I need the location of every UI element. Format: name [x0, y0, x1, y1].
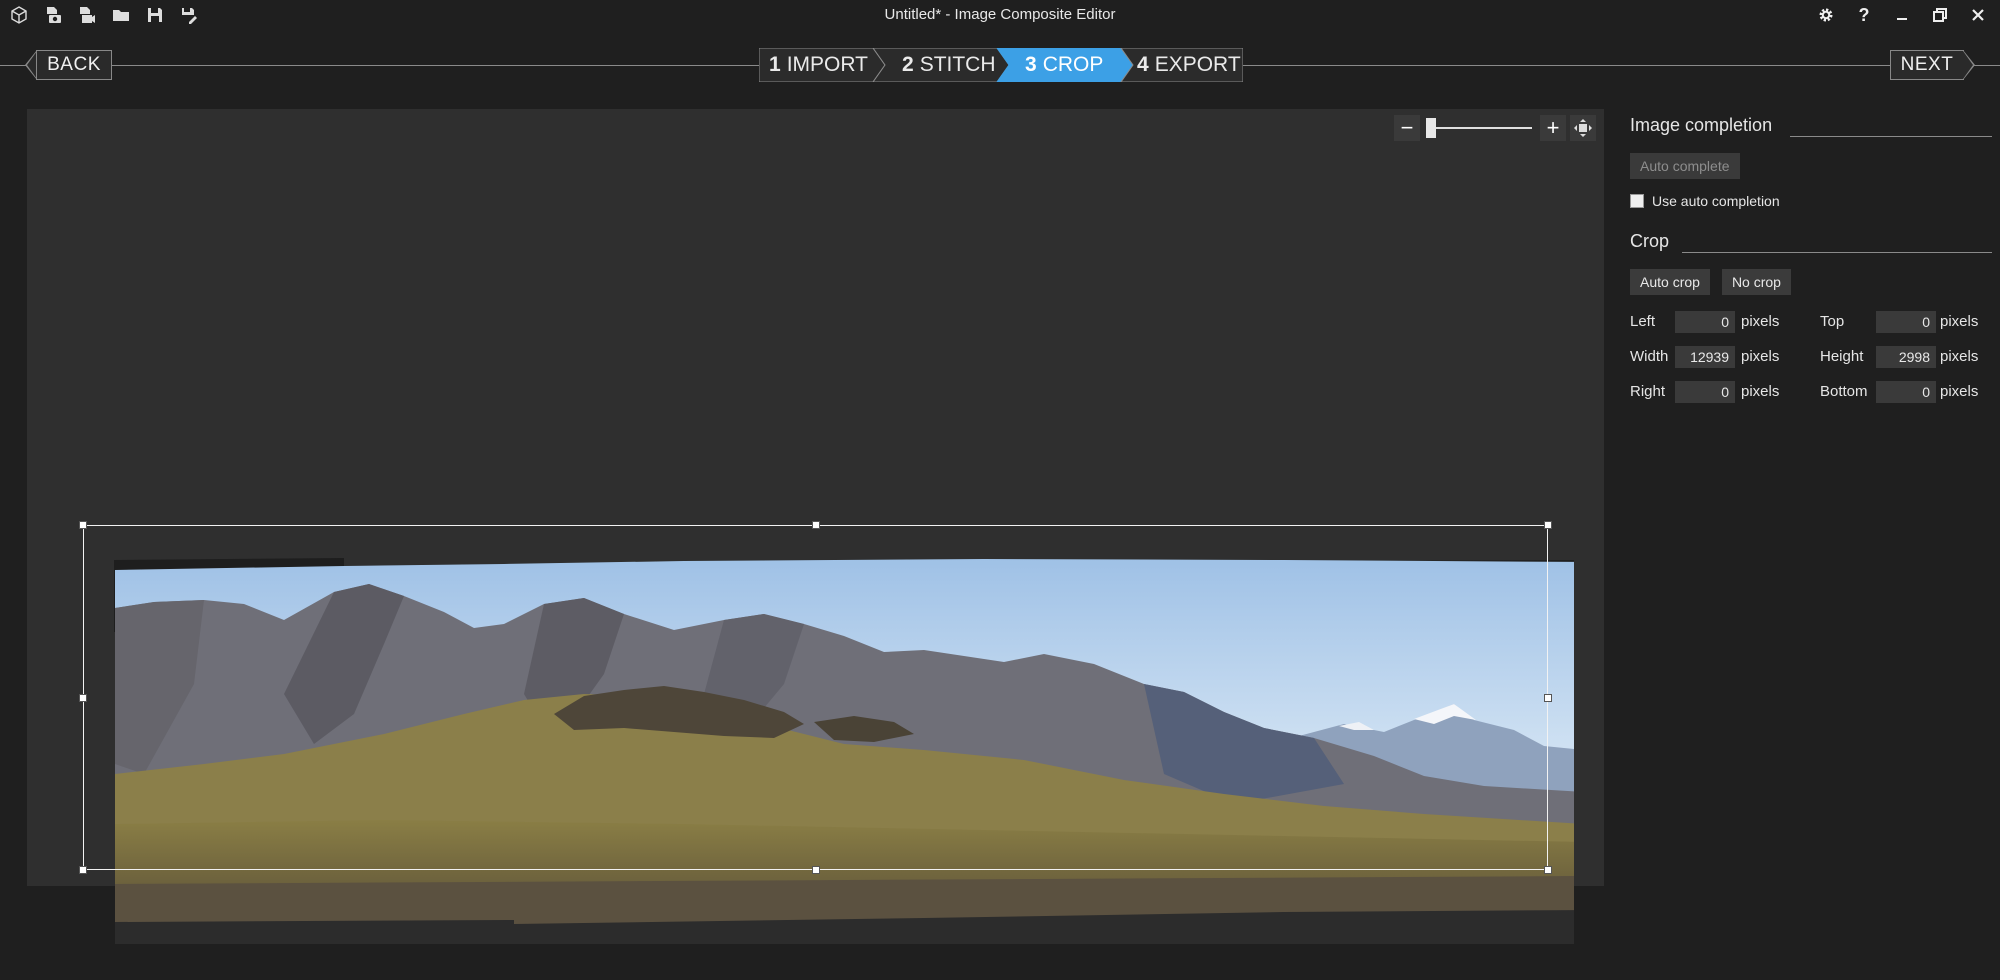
zoom-slider[interactable] [1424, 115, 1536, 141]
zoom-in-button[interactable]: + [1540, 115, 1566, 141]
height-input[interactable]: 2998 [1876, 346, 1936, 368]
step-stitch[interactable]: 2 STITCH [902, 53, 996, 77]
minimize-icon[interactable] [1886, 2, 1918, 28]
image-completion-title: Image completion [1630, 115, 1773, 135]
top-unit: pixels [1940, 313, 1979, 330]
width-input[interactable]: 12939 [1675, 346, 1735, 368]
wizard-steps: 1 IMPORT 2 STITCH 3 CROP 4 EXPORT [759, 48, 1243, 82]
zoom-out-button[interactable]: − [1394, 115, 1420, 141]
use-auto-completion-checkbox[interactable] [1630, 194, 1644, 208]
crop-section: Crop [1630, 231, 2000, 255]
step-import[interactable]: 1 IMPORT [769, 53, 868, 77]
crop-rectangle[interactable] [79, 521, 1552, 874]
width-label: Width [1630, 348, 1669, 365]
left-label: Left [1630, 313, 1656, 330]
crop-handle-top-right[interactable] [1544, 521, 1552, 529]
window-title: Untitled* - Image Composite Editor [884, 6, 1116, 23]
left-input[interactable]: 0 [1675, 311, 1735, 333]
crop-handle-bottom[interactable] [812, 866, 820, 874]
fit-to-window-icon[interactable] [1570, 115, 1596, 141]
auto-crop-button[interactable]: Auto crop [1630, 269, 1710, 295]
height-label: Height [1820, 348, 1864, 365]
bottom-label: Bottom [1820, 383, 1868, 400]
next-button[interactable]: NEXT [1890, 50, 1964, 80]
left-unit: pixels [1741, 313, 1780, 330]
help-icon[interactable]: ? [1848, 2, 1880, 28]
window-controls: ? [1810, 2, 1994, 28]
crop-handle-bottom-right[interactable] [1544, 866, 1552, 874]
use-auto-completion-row[interactable]: Use auto completion [1630, 193, 2000, 209]
close-icon[interactable] [1962, 2, 1994, 28]
top-input[interactable]: 0 [1876, 311, 1936, 333]
title-bar: Untitled* - Image Composite Editor ? [0, 0, 2000, 32]
bottom-input[interactable]: 0 [1876, 381, 1936, 403]
zoom-control: − + [1394, 115, 1596, 141]
crop-title: Crop [1630, 231, 1670, 251]
top-label: Top [1820, 313, 1845, 330]
right-unit: pixels [1741, 383, 1780, 400]
use-auto-completion-label: Use auto completion [1652, 193, 1780, 209]
back-button[interactable]: BACK [36, 50, 112, 80]
bottom-unit: pixels [1940, 383, 1979, 400]
crop-handle-left[interactable] [79, 694, 87, 702]
zoom-slider-thumb[interactable] [1426, 118, 1436, 138]
crop-handle-top-left[interactable] [79, 521, 87, 529]
width-unit: pixels [1741, 348, 1780, 365]
height-unit: pixels [1940, 348, 1979, 365]
no-crop-button[interactable]: No crop [1721, 269, 1791, 295]
settings-panel: Image completion Auto complete Use auto … [1630, 109, 2000, 421]
step-export[interactable]: 4 EXPORT [1137, 53, 1241, 77]
image-completion-section: Image completion [1630, 115, 2000, 139]
restore-icon[interactable] [1924, 2, 1956, 28]
settings-icon[interactable] [1810, 2, 1842, 28]
crop-handle-top[interactable] [812, 521, 820, 529]
crop-handle-right[interactable] [1544, 694, 1552, 702]
right-label: Right [1630, 383, 1666, 400]
right-input[interactable]: 0 [1675, 381, 1735, 403]
crop-handle-bottom-left[interactable] [79, 866, 87, 874]
crop-fields: Left 0 pixels Top 0 pixels Width 12939 p… [1630, 311, 2000, 421]
step-crop[interactable]: 3 CROP [1025, 53, 1103, 77]
auto-complete-button[interactable]: Auto complete [1630, 153, 1740, 179]
image-canvas[interactable]: − + [27, 109, 1604, 944]
